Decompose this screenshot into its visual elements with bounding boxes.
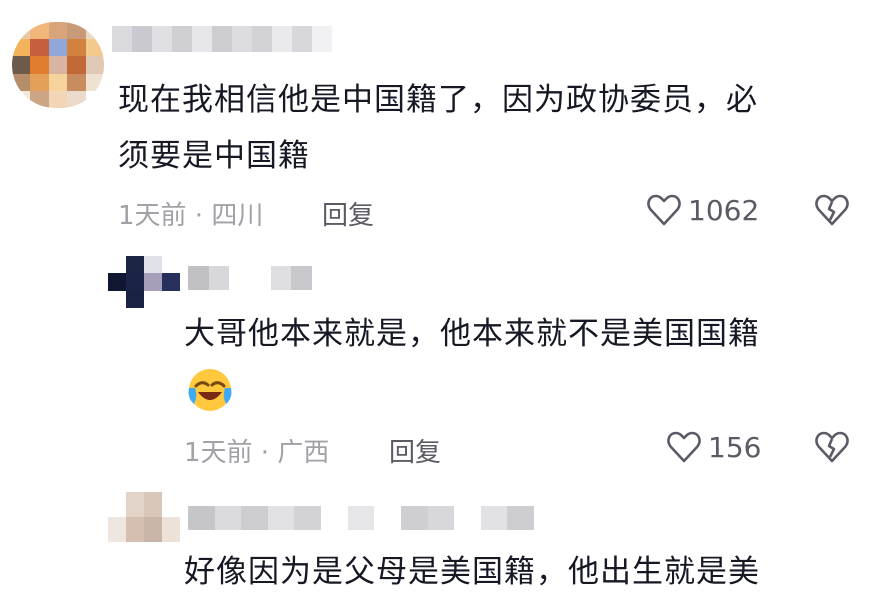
avatar[interactable] — [108, 492, 180, 542]
heart-outline-icon[interactable] — [646, 193, 682, 227]
username-censored[interactable] — [112, 26, 332, 52]
heart-outline-icon[interactable] — [666, 430, 702, 464]
comment-time-location: 1天前 · 四川 — [118, 201, 264, 231]
reply-button[interactable]: 回复 — [389, 432, 441, 469]
broken-heart-icon[interactable] — [814, 193, 850, 227]
avatar[interactable] — [12, 22, 104, 108]
comment-text-line: 现在我相信他是中国籍了，因为政协委员，必 — [118, 82, 758, 118]
comment-time-location: 1天前 · 广西 — [184, 438, 330, 468]
comment-text-line: 大哥他本来就是，他本来就不是美国国籍 — [184, 316, 760, 352]
broken-heart-icon[interactable] — [814, 430, 850, 464]
comment-text-line: 好像因为是父母是美国籍，他出生就是美 — [184, 554, 760, 590]
avatar[interactable] — [108, 256, 180, 308]
reply-button[interactable]: 回复 — [322, 195, 374, 232]
comment-text-line: 须要是中国籍 — [118, 138, 310, 174]
username-censored[interactable] — [188, 266, 312, 290]
username-censored[interactable] — [188, 506, 534, 530]
like-count: 156 — [708, 431, 762, 464]
like-count: 1062 — [688, 194, 760, 227]
cry-laugh-emoji — [186, 366, 234, 414]
